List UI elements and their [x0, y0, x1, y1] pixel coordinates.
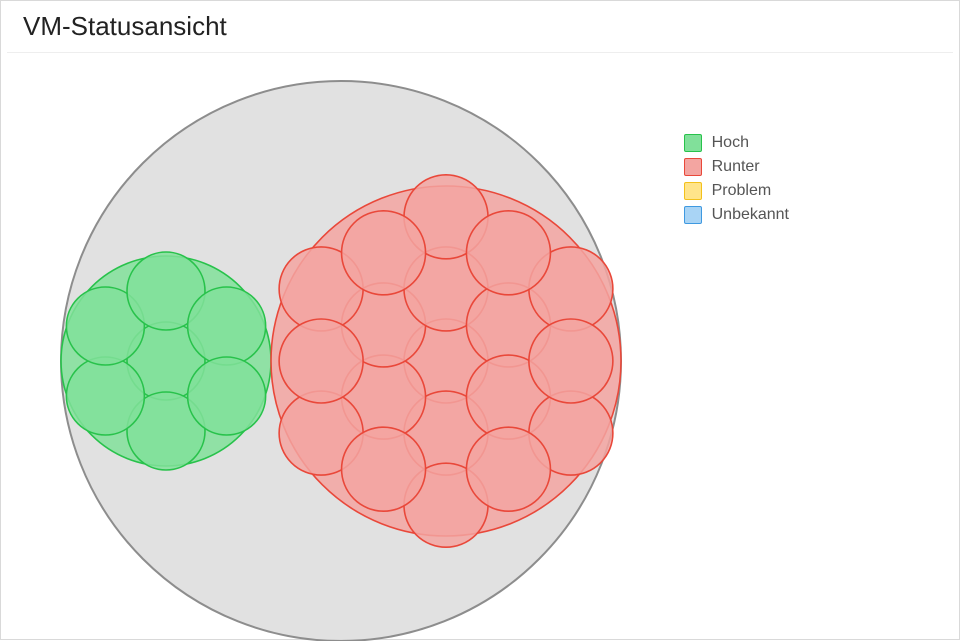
legend-item-unknown[interactable]: Unbekannt	[684, 203, 789, 227]
node-up-group-6[interactable]	[188, 357, 266, 435]
legend-swatch-trouble	[684, 182, 702, 200]
panel-title: VM-Statusansicht	[23, 11, 937, 42]
legend: Hoch Runter Problem Unbekannt	[684, 131, 789, 227]
legend-swatch-up	[684, 134, 702, 152]
vm-status-panel: VM-Statusansicht Hoch Runter Problem Unbeka…	[0, 0, 960, 640]
legend-item-down[interactable]: Runter	[684, 155, 789, 179]
legend-label-up: Hoch	[712, 134, 749, 152]
legend-label-unknown: Unbekannt	[712, 206, 789, 224]
node-down-group-13[interactable]	[342, 427, 426, 511]
node-up-group-5[interactable]	[188, 287, 266, 365]
node-up-group-2[interactable]	[66, 357, 144, 435]
legend-label-trouble: Problem	[712, 182, 772, 200]
circle-pack-chart	[1, 61, 641, 641]
legend-swatch-down	[684, 158, 702, 176]
legend-label-down: Runter	[712, 158, 760, 176]
legend-swatch-unknown	[684, 206, 702, 224]
node-down-group-14[interactable]	[279, 319, 363, 403]
legend-item-up[interactable]: Hoch	[684, 131, 789, 155]
node-down-group-18[interactable]	[466, 427, 550, 511]
node-down-group-17[interactable]	[529, 319, 613, 403]
chart-area: Hoch Runter Problem Unbekannt	[1, 61, 959, 639]
panel-header: VM-Statusansicht	[7, 1, 953, 53]
legend-item-trouble[interactable]: Problem	[684, 179, 789, 203]
node-down-group-15[interactable]	[342, 211, 426, 295]
node-down-group-16[interactable]	[466, 211, 550, 295]
